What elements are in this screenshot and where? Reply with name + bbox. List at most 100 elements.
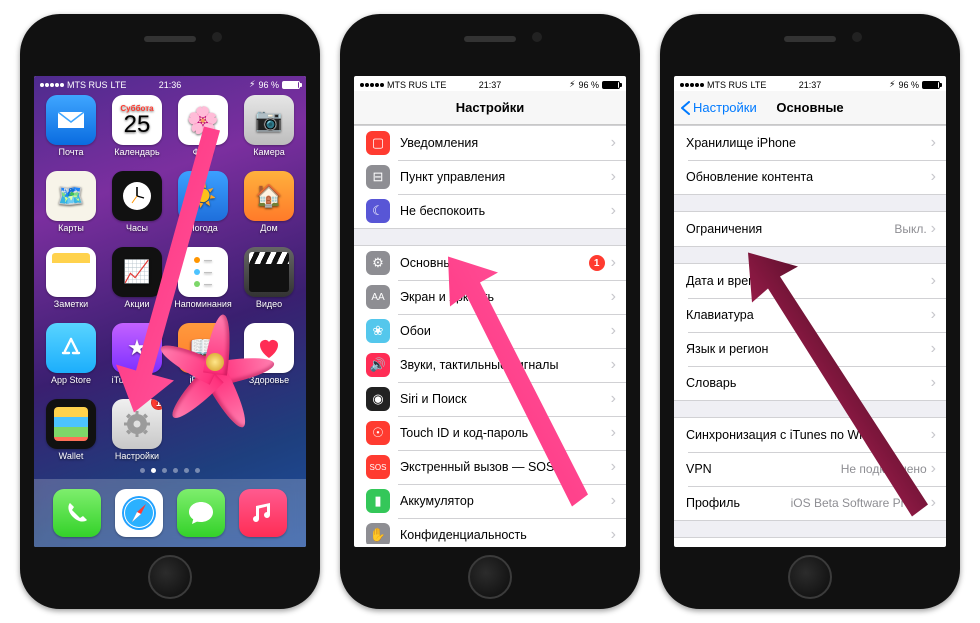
- chevron-icon: ›: [611, 458, 616, 476]
- app-ibooks[interactable]: 📖iBooks: [175, 323, 231, 393]
- status-bar: MTS RUSLTE 21:37 ⚡︎96 %: [674, 76, 946, 91]
- app-camera[interactable]: 📷Камера: [241, 95, 297, 165]
- row-restrictions[interactable]: ОграниченияВыкл.›: [674, 212, 946, 246]
- navbar: Настройки: [354, 91, 626, 125]
- general-list[interactable]: Хранилище iPhone› Обновление контента› О…: [674, 125, 946, 544]
- siri-icon: ◉: [366, 387, 390, 411]
- back-button[interactable]: Настройки: [680, 100, 757, 115]
- chevron-icon: ›: [611, 322, 616, 340]
- chevron-icon: ›: [931, 134, 936, 152]
- app-reminders[interactable]: ———Напоминания: [175, 247, 231, 317]
- notifications-icon: ▢: [366, 131, 390, 155]
- chevron-icon: ›: [931, 340, 936, 358]
- chevron-icon: ›: [611, 356, 616, 374]
- row-regulatory[interactable]: Нормативы›: [674, 538, 946, 544]
- app-notes[interactable]: Заметки: [43, 247, 99, 317]
- camera-icon: 📷: [244, 95, 294, 145]
- row-privacy[interactable]: ✋Конфиденциальность›: [354, 518, 626, 544]
- app-stocks[interactable]: 📈Акции: [109, 247, 165, 317]
- row-dictionary[interactable]: Словарь›: [674, 366, 946, 400]
- sos-icon: SOS: [366, 455, 390, 479]
- app-videos[interactable]: Видео: [241, 247, 297, 317]
- settings-screen: MTS RUSLTE 21:37 ⚡︎96 % Настройки ▢Уведо…: [354, 76, 626, 547]
- clock-icon: [120, 179, 154, 213]
- ibooks-icon: 📖: [178, 323, 228, 373]
- row-control-center[interactable]: ⊟Пункт управления›: [354, 160, 626, 194]
- sound-icon: 🔊: [366, 353, 390, 377]
- app-home[interactable]: 🏠Дом: [241, 171, 297, 241]
- chevron-icon: ›: [611, 254, 616, 272]
- weather-icon: ☀️: [178, 171, 228, 221]
- app-photos[interactable]: 🌸Фото: [175, 95, 231, 165]
- row-profile[interactable]: ПрофильiOS Beta Software Profile›: [674, 486, 946, 520]
- settings-badge: 1: [151, 399, 162, 410]
- chevron-icon: ›: [931, 306, 936, 324]
- display-icon: AA: [366, 285, 390, 309]
- dock-music[interactable]: [239, 489, 287, 537]
- home-button[interactable]: [148, 555, 192, 599]
- chevron-icon: ›: [611, 168, 616, 186]
- row-itunes-sync[interactable]: Синхронизация с iTunes по Wi-Fi›: [674, 418, 946, 452]
- status-bar: MTS RUSLTE 21:36 ⚡︎96 %: [34, 76, 306, 91]
- phone-icon: [64, 500, 90, 526]
- health-icon: [255, 334, 283, 362]
- row-vpn[interactable]: VPNНе подключено›: [674, 452, 946, 486]
- row-keyboard[interactable]: Клавиатура›: [674, 298, 946, 332]
- row-display[interactable]: AAЭкран и яркость›: [354, 280, 626, 314]
- home-button[interactable]: [468, 555, 512, 599]
- home-button[interactable]: [788, 555, 832, 599]
- app-mail[interactable]: Почта: [43, 95, 99, 165]
- safari-icon: [119, 493, 159, 533]
- phone-frame-2: MTS RUSLTE 21:37 ⚡︎96 % Настройки ▢Уведо…: [340, 14, 640, 609]
- app-clock[interactable]: Часы: [109, 171, 165, 241]
- music-icon: [250, 500, 276, 526]
- settings-list[interactable]: ▢Уведомления› ⊟Пункт управления› ☾Не бес…: [354, 125, 626, 544]
- app-calendar[interactable]: Суббота25Календарь: [109, 95, 165, 165]
- chevron-icon: ›: [931, 460, 936, 478]
- itunes-icon: ★: [112, 323, 162, 373]
- app-wallet[interactable]: Wallet: [43, 399, 99, 469]
- maps-icon: 🗺️: [46, 171, 96, 221]
- navbar-title: Настройки: [456, 100, 525, 115]
- chevron-icon: ›: [931, 220, 936, 238]
- page-indicator[interactable]: [34, 468, 306, 473]
- app-itunes[interactable]: ★iTunes Store: [109, 323, 165, 393]
- dock: [34, 479, 306, 547]
- chevron-icon: ›: [611, 526, 616, 544]
- row-touchid[interactable]: ☉Touch ID и код-пароль›: [354, 416, 626, 450]
- navbar: Настройки Основные: [674, 91, 946, 125]
- dock-phone[interactable]: [53, 489, 101, 537]
- row-general[interactable]: ⚙Основные1›: [354, 246, 626, 280]
- general-badge: 1: [589, 255, 605, 271]
- row-storage[interactable]: Хранилище iPhone›: [674, 126, 946, 160]
- row-siri[interactable]: ◉Siri и Поиск›: [354, 382, 626, 416]
- app-weather[interactable]: ☀️Погода: [175, 171, 231, 241]
- navbar-title: Основные: [776, 100, 843, 115]
- phone-frame-1: MTS RUSLTE 21:36 ⚡︎96 % Почта Суббота25К…: [20, 14, 320, 609]
- row-bg-refresh[interactable]: Обновление контента›: [674, 160, 946, 194]
- chevron-icon: ›: [611, 134, 616, 152]
- row-datetime[interactable]: Дата и время›: [674, 264, 946, 298]
- dock-messages[interactable]: [177, 489, 225, 537]
- row-dnd[interactable]: ☾Не беспокоить›: [354, 194, 626, 228]
- photos-icon: 🌸: [178, 95, 228, 145]
- phone-frame-3: MTS RUSLTE 21:37 ⚡︎96 % Настройки Основн…: [660, 14, 960, 609]
- row-battery[interactable]: ▮Аккумулятор›: [354, 484, 626, 518]
- app-health[interactable]: Здоровье: [241, 323, 297, 393]
- row-sos[interactable]: SOSЭкстренный вызов — SOS›: [354, 450, 626, 484]
- row-wallpaper[interactable]: ❀Обои›: [354, 314, 626, 348]
- app-settings[interactable]: 1Настройки: [109, 399, 165, 469]
- app-maps[interactable]: 🗺️Карты: [43, 171, 99, 241]
- app-appstore[interactable]: App Store: [43, 323, 99, 393]
- battery-icon: ▮: [366, 489, 390, 513]
- row-sounds[interactable]: 🔊Звуки, тактильные сигналы›: [354, 348, 626, 382]
- home-icon: 🏠: [244, 171, 294, 221]
- chevron-icon: ›: [611, 390, 616, 408]
- dock-safari[interactable]: [115, 489, 163, 537]
- chevron-icon: ›: [931, 374, 936, 392]
- row-notifications[interactable]: ▢Уведомления›: [354, 126, 626, 160]
- chevron-icon: ›: [611, 202, 616, 220]
- stocks-icon: 📈: [112, 247, 162, 297]
- row-language[interactable]: Язык и регион›: [674, 332, 946, 366]
- status-bar: MTS RUSLTE 21:37 ⚡︎96 %: [354, 76, 626, 91]
